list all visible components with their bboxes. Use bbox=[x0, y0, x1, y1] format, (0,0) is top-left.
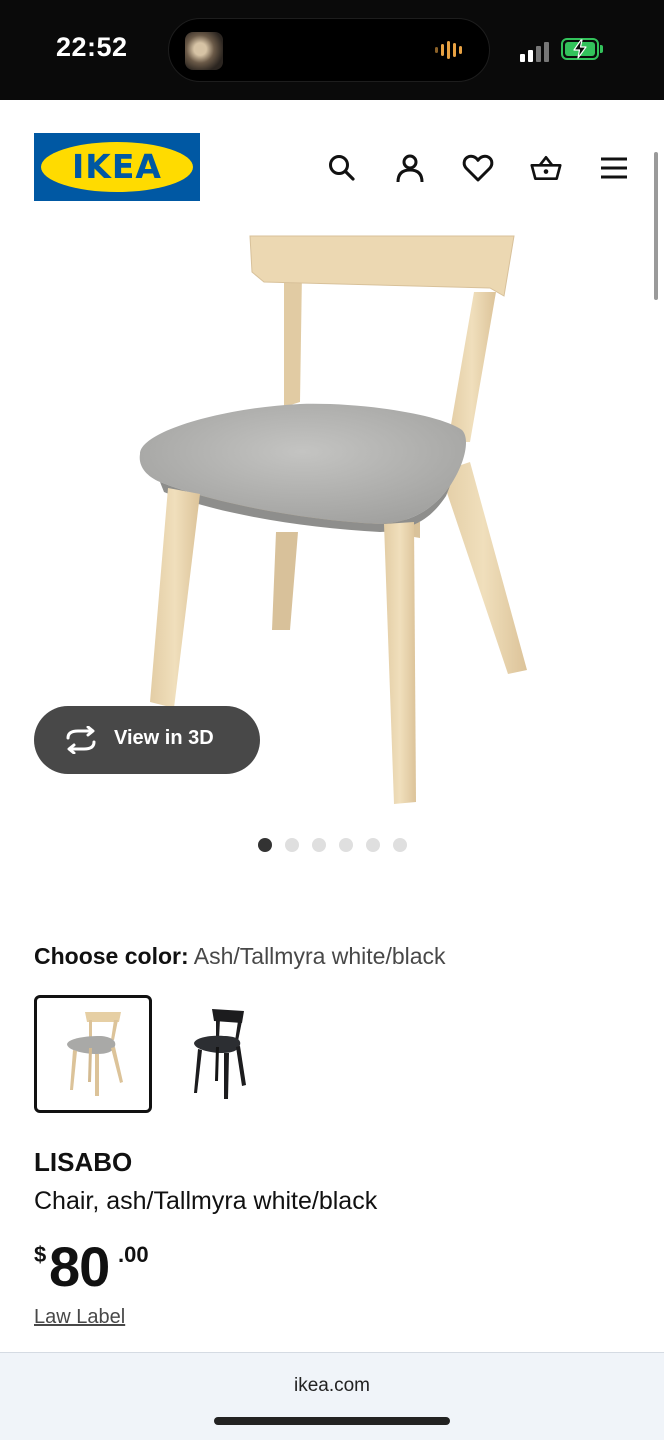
product-name: LISABO bbox=[34, 1147, 133, 1177]
gallery-dot-2[interactable] bbox=[285, 838, 299, 852]
chair-thumbnail-ash bbox=[67, 1012, 123, 1096]
choose-color-row: Choose color: Ash/Tallmyra white/black bbox=[34, 943, 446, 970]
header-icons bbox=[320, 150, 640, 186]
rotate-3d-icon bbox=[66, 726, 96, 754]
status-time: 22:52 bbox=[56, 32, 128, 62]
dynamic-island[interactable] bbox=[168, 18, 490, 82]
menu-icon[interactable] bbox=[596, 150, 632, 186]
chair-thumbnail-black bbox=[194, 1009, 246, 1099]
home-indicator[interactable] bbox=[214, 1417, 450, 1425]
basket-icon[interactable] bbox=[528, 150, 564, 186]
cellular-signal-icon bbox=[520, 40, 552, 62]
gallery-pagination bbox=[258, 838, 418, 852]
browser-address-bar[interactable]: ikea.com bbox=[0, 1352, 664, 1440]
status-bar: 22:52 bbox=[0, 0, 664, 100]
heart-icon[interactable] bbox=[460, 150, 496, 186]
price-integer: 80 bbox=[49, 1235, 110, 1298]
gallery-dot-1[interactable] bbox=[258, 838, 272, 852]
choose-color-value: Ash/Tallmyra white/black bbox=[193, 943, 446, 969]
browser-url[interactable]: ikea.com bbox=[0, 1375, 664, 1397]
gallery-dot-3[interactable] bbox=[312, 838, 326, 852]
gallery-dot-4[interactable] bbox=[339, 838, 353, 852]
product-description: Chair, ash/Tallmyra white/black bbox=[34, 1187, 378, 1215]
color-swatch-ash-gray[interactable] bbox=[34, 995, 152, 1113]
gallery-dot-5[interactable] bbox=[366, 838, 380, 852]
charging-bolt-icon bbox=[573, 39, 587, 59]
waveform-icon bbox=[435, 41, 471, 61]
price-currency: $ bbox=[34, 1242, 47, 1267]
view-in-3d-label: View in 3D bbox=[114, 727, 214, 749]
ikea-logo[interactable]: IKEA bbox=[34, 133, 200, 201]
price-decimal: .00 bbox=[118, 1242, 149, 1267]
album-art-thumbnail bbox=[185, 32, 223, 70]
view-in-3d-button[interactable]: View in 3D bbox=[34, 706, 260, 774]
law-label-link[interactable]: Law Label bbox=[34, 1306, 125, 1329]
battery-tip bbox=[600, 45, 603, 53]
logo-text: IKEA bbox=[72, 147, 162, 186]
search-icon[interactable] bbox=[324, 150, 360, 186]
gallery-dot-6[interactable] bbox=[393, 838, 407, 852]
choose-color-label: Choose color: bbox=[34, 943, 189, 969]
account-icon[interactable] bbox=[392, 150, 428, 186]
color-swatch-black[interactable] bbox=[172, 995, 290, 1113]
